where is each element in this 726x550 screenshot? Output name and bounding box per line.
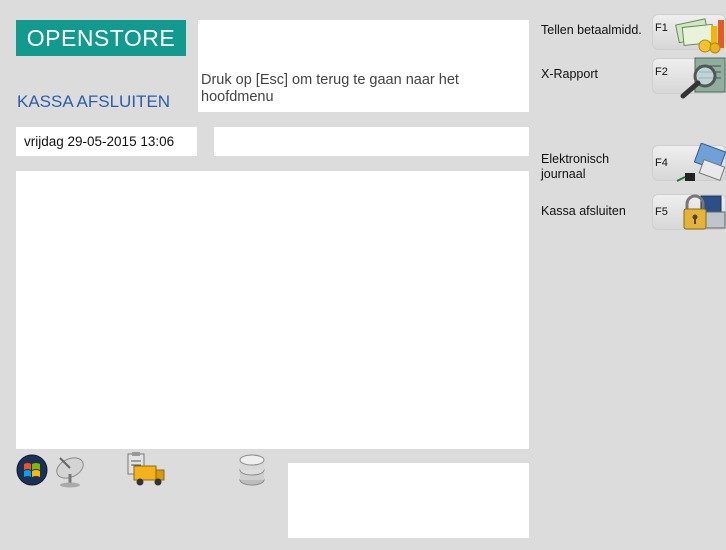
function-label: X-Rapport <box>541 67 598 81</box>
journal-network-icon <box>676 143 726 182</box>
datetime-display: vrijdag 29-05-2015 13:06 <box>16 127 197 156</box>
function-label: Elektronisch journaal <box>541 152 610 181</box>
f4-key-button[interactable]: F4 <box>652 143 726 182</box>
screen-title: KASSA AFSLUITEN <box>17 92 171 111</box>
main-content-area <box>16 171 529 449</box>
info-field <box>214 127 529 156</box>
function-label: Tellen betaalmidd. <box>541 23 642 37</box>
bottom-info-panel <box>288 463 529 538</box>
f2-key-button[interactable]: F2 <box>652 57 726 99</box>
f1-key-button[interactable]: F1 <box>652 14 726 54</box>
register-lock-icon <box>683 194 726 230</box>
instruction-message: Druk op [Esc] om terug te gaan naar het … <box>201 72 459 105</box>
magnifier-report-icon <box>680 57 726 99</box>
function-label: Kassa afsluiten <box>541 204 626 218</box>
satellite-dish-icon[interactable] <box>52 452 88 488</box>
database-icon[interactable] <box>236 452 268 488</box>
key-label: F5 <box>655 206 668 218</box>
cash-coins-icon <box>675 18 724 54</box>
windows-icon[interactable] <box>16 452 48 488</box>
message-panel: Druk op [Esc] om terug te gaan naar het … <box>198 20 529 112</box>
key-label: F1 <box>655 22 668 34</box>
f5-key-button[interactable]: F5 <box>652 194 726 230</box>
key-label: F2 <box>655 66 668 78</box>
key-label: F4 <box>655 157 668 169</box>
openstore-logo: OPENSTORE <box>16 20 186 56</box>
delivery-truck-icon[interactable] <box>124 452 168 488</box>
